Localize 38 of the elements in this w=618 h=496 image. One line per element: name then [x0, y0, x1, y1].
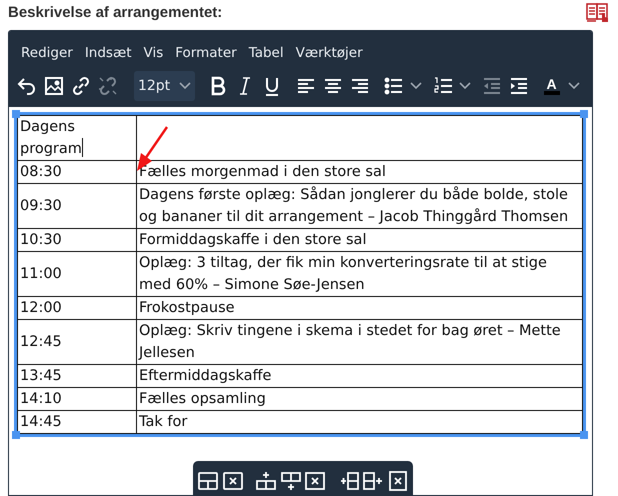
table-cell: Frokostpause [139, 300, 235, 316]
table-cell: 14:10 [20, 391, 62, 408]
table-cell: 08:30 [20, 164, 62, 180]
table-cell: Formiddagskaffe i den store sal [139, 232, 366, 248]
resize-handle[interactable] [12, 110, 20, 118]
book-icon[interactable] [586, 2, 610, 24]
caret-icon[interactable] [459, 82, 472, 90]
table-cell: Oplæg: Skriv tingene i skema i stedet for bag øret – Mette Jellesen [139, 323, 561, 362]
menu-item[interactable]: Vis [138, 41, 170, 66]
caret-icon [179, 82, 192, 90]
menu-item[interactable]: Indsæt [78, 41, 138, 66]
field-label: Beskrivelse af arrangementet: [8, 3, 222, 23]
resize-handle[interactable] [580, 110, 588, 118]
caret-icon[interactable] [568, 82, 580, 90]
resize-handle[interactable] [580, 431, 588, 440]
menu-item[interactable]: Tabel [242, 41, 290, 66]
table-cell: Eftermiddagskaffe [139, 368, 272, 384]
table-cell: 10:30 [20, 232, 62, 248]
table-cell: 12:00 [20, 300, 62, 316]
caret-icon[interactable] [410, 82, 422, 90]
resize-handle[interactable] [12, 431, 20, 440]
table-cell: 13:45 [20, 368, 62, 384]
table-cell: 14:45 [20, 414, 62, 430]
menu-item[interactable]: Rediger [15, 41, 79, 66]
table-cell: Dagens program [20, 119, 82, 158]
table-cell: Tak for [139, 414, 188, 430]
table-cell: 11:00 [20, 266, 62, 282]
table-cell: Fælles opsamling [139, 391, 266, 408]
font-size-select[interactable]: 12pt [134, 71, 196, 102]
table-cell: Dagens første oplæg: Sådan jonglerer du både bolde, stole og bananer til dit arrangement – Jacob Thinggård Thomsen [139, 187, 568, 226]
text-color-button[interactable]: A [539, 71, 564, 102]
menu-item[interactable]: Formater [169, 41, 243, 66]
menu-item[interactable]: Værktøjer [290, 41, 369, 66]
table-cell: Fælles morgenmad i den store sal [139, 164, 386, 180]
delete-column-icon[interactable] [386, 468, 410, 494]
table-cell: 12:45 [20, 334, 62, 350]
table-cell: 09:30 [20, 198, 62, 214]
table-cell: Oplæg: 3 tiltag, der fik min konverteringsrate til at stige med 60% – Simone Søe-Jensen [139, 255, 547, 294]
